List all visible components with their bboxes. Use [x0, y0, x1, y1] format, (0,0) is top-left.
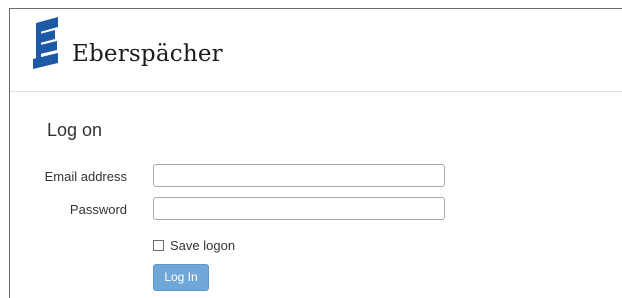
password-label: Password	[69, 202, 127, 217]
eberspaecher-logo-icon	[33, 17, 58, 69]
login-page: Eberspächer Log on Email address Passwor…	[9, 8, 622, 298]
save-logon-row[interactable]: Save logon	[153, 237, 235, 253]
email-label: Email address	[44, 169, 127, 184]
password-field[interactable]	[153, 197, 445, 220]
page-title: Log on	[47, 120, 103, 140]
login-button[interactable]: Log In	[153, 264, 209, 291]
email-field[interactable]	[153, 164, 445, 187]
save-logon-label[interactable]: Save logon	[170, 238, 235, 253]
save-logon-checkbox[interactable]	[153, 239, 164, 251]
page-header: Eberspächer	[10, 9, 622, 92]
brand-name: Eberspächer	[72, 41, 223, 67]
